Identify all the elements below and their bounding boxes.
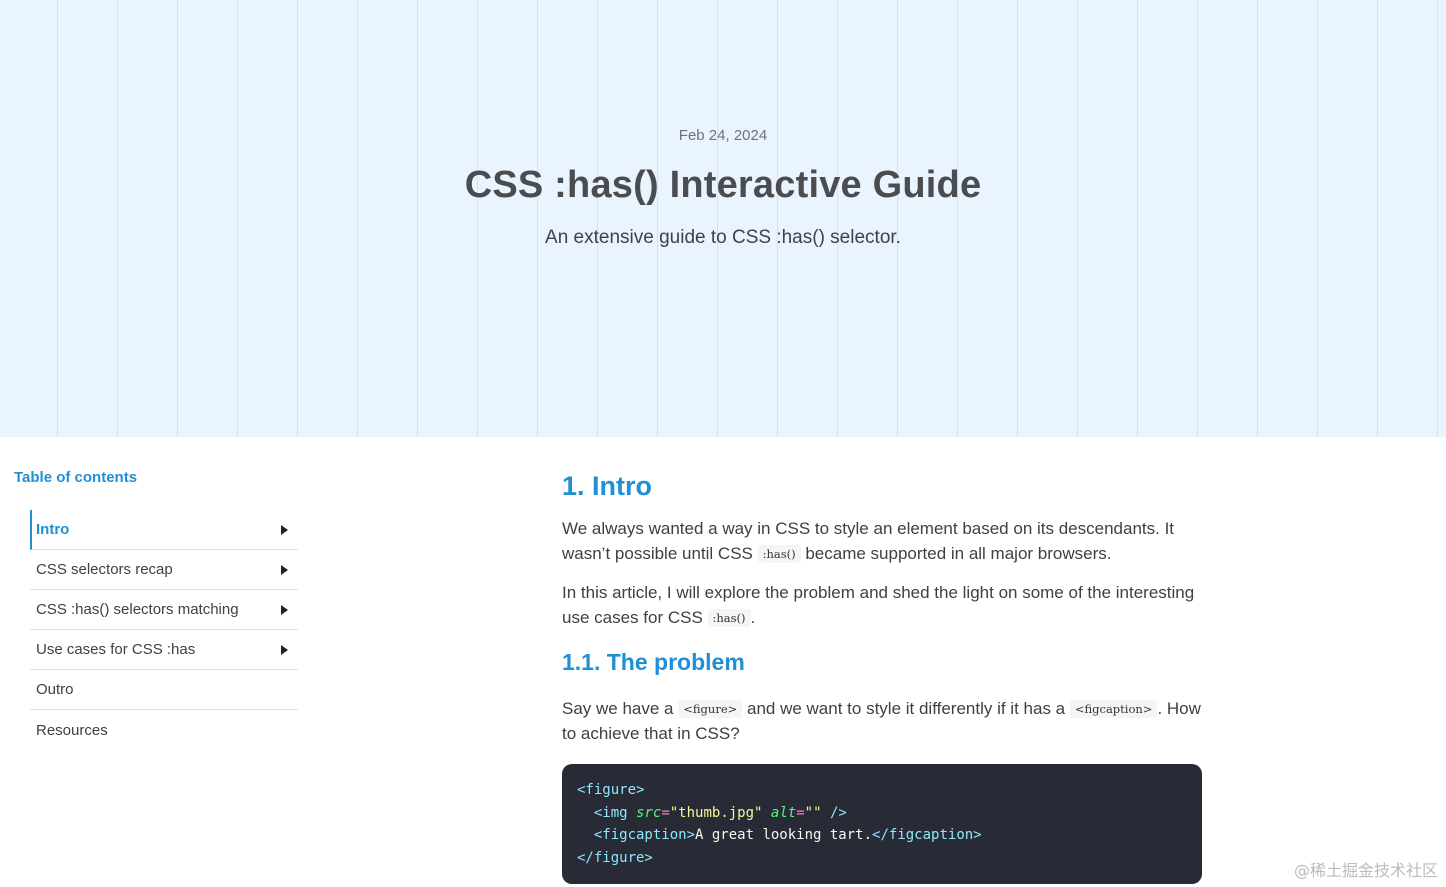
text-span: . [750,607,756,627]
code-token: <figure> [577,782,645,798]
expand-arrow-icon[interactable] [281,644,288,655]
toc-item-label: CSS :has() selectors matching [36,601,239,618]
code-token: = [661,804,670,821]
toc-item-resources[interactable]: Resources [30,710,298,750]
code-token: /> [829,804,847,821]
text-span: Say we have a [562,699,679,718]
publish-date: Feb 24, 2024 [678,127,768,144]
text-span: and we want to style it differently if i… [742,699,1070,718]
expand-arrow-icon[interactable] [281,524,288,535]
toc-item-use-cases[interactable]: Use cases for CSS :has [30,630,298,670]
toc-item-outro[interactable]: Outro [30,670,298,710]
problem-paragraph: Say we have a <figure> and we want to st… [562,697,1202,746]
toc-item-css-selectors-recap[interactable]: CSS selectors recap [30,550,298,590]
page-subtitle: An extensive guide to CSS :has() selecto… [545,227,901,248]
code-token: A great looking tart. [695,827,873,843]
code-token: <figcaption> [593,827,696,843]
inline-code: :has() [707,608,751,627]
section-heading-intro: 1. Intro [562,471,653,501]
inline-code: :has() [757,544,801,563]
toc-item-label: CSS selectors recap [36,561,173,578]
code-token: <img [593,804,628,821]
code-token: "thumb.jpg" [669,804,763,821]
subsection-heading-problem: 1.1. The problem [562,649,745,675]
text-span: In this article, I will explore the prob… [562,583,1195,627]
code-token: alt [770,804,797,821]
code-token: </figure> [577,849,653,866]
code-token: </figcaption> [872,827,982,843]
toc-item-intro[interactable]: Intro [30,510,298,550]
expand-arrow-icon[interactable] [281,604,288,615]
toc-item-selectors-matching[interactable]: CSS :has() selectors matching [30,590,298,630]
code-token: src [636,804,662,821]
toc-item-label: Resources [36,721,108,739]
watermark: @稀土掘金技术社区 [1293,861,1438,880]
code-block[interactable]: <figure> <img src="thumb.jpg" alt="" /> … [562,764,1202,884]
intro-paragraph-1: We always wanted a way in CSS to style a… [562,517,1202,566]
toc-item-label: Intro [36,521,70,538]
toc-list: Intro CSS selectors recap CSS :has() sel… [30,510,298,750]
hero-banner: Feb 24, 2024 CSS :has() Interactive Guid… [0,0,1446,437]
toc-item-label: Use cases for CSS :has [36,641,196,658]
inline-code: <figure> [678,700,743,718]
toc-heading: Table of contents [14,469,138,486]
page-title: CSS :has() Interactive Guide [464,164,982,206]
intro-paragraph-2: In this article, I will explore the prob… [562,581,1202,630]
expand-arrow-icon[interactable] [281,564,288,575]
code-token: = [796,804,805,821]
text-span: became supported in all major browsers. [800,543,1112,563]
code-token: "" [804,804,822,821]
article-body: 1. Intro We always wanted a way in CSS t… [562,468,1202,884]
toc-item-label: Outro [36,681,74,698]
inline-code: <figcaption> [1069,700,1158,718]
